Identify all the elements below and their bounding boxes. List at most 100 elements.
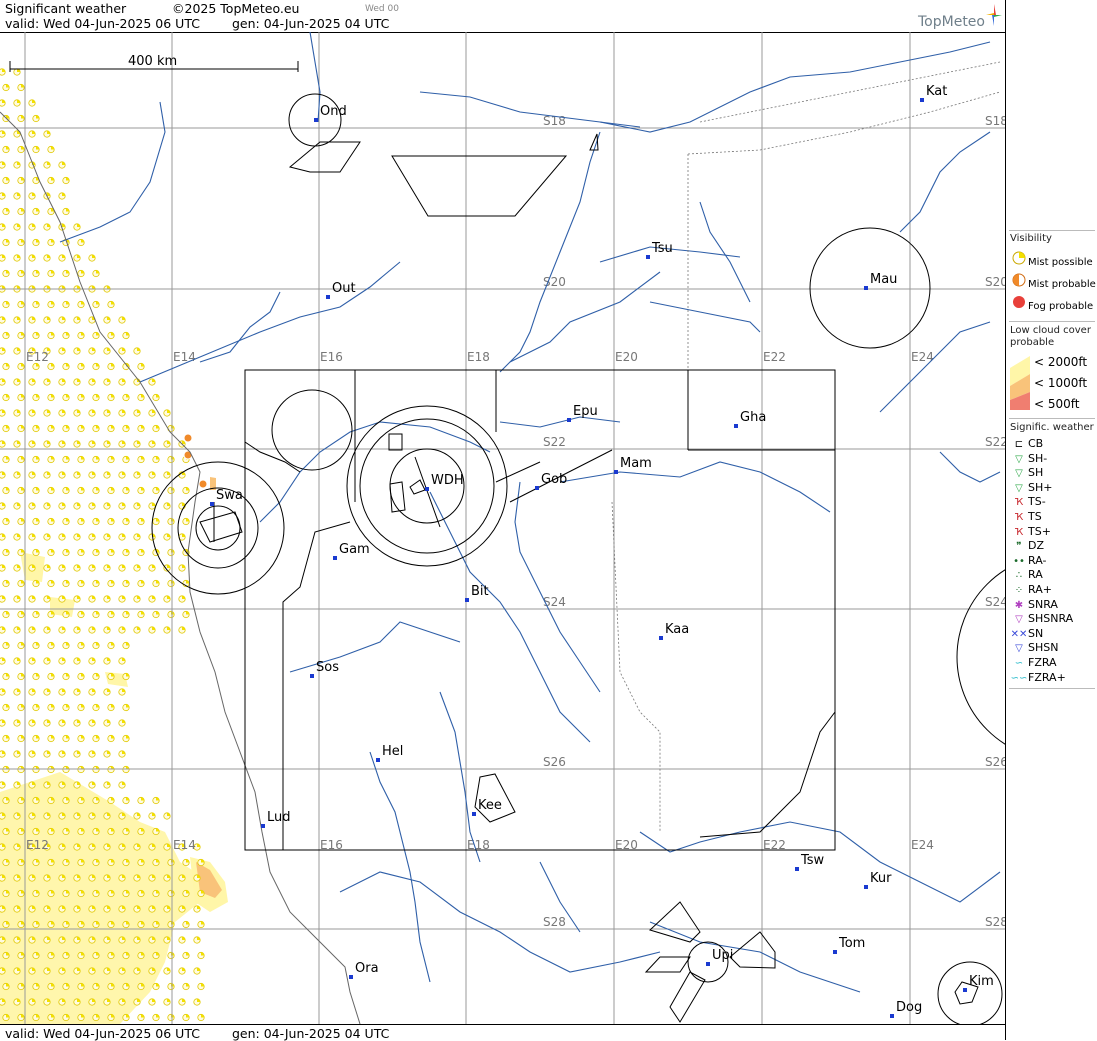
mist-dot: [43, 781, 51, 789]
mist-dot: [73, 254, 81, 262]
mist-dot: [47, 455, 55, 464]
sigwx-symbol-icon: ▽: [1015, 453, 1023, 465]
mist-dot: [58, 192, 66, 200]
footer-generated-time: gen: 04-Jun-2025 04 UTC: [232, 1026, 390, 1041]
mist-dot: [137, 362, 145, 371]
mist-dot: [62, 579, 70, 588]
mist-dot: [0, 316, 6, 324]
city-tom[interactable]: Tom: [833, 936, 865, 954]
mist-dot: [17, 300, 25, 309]
city-kat[interactable]: Kat: [920, 84, 947, 102]
city-label: Tsu: [651, 241, 673, 256]
mist-dot: [62, 734, 70, 743]
mist-dot: [133, 905, 141, 913]
mist-dot: [92, 641, 100, 650]
city-kaa[interactable]: Kaa: [659, 622, 689, 640]
city-tsu[interactable]: Tsu: [646, 241, 673, 259]
mist-dot: [152, 827, 160, 836]
mist-dot: [193, 998, 201, 1006]
legend-mist-possible: Mist possible: [1010, 251, 1093, 268]
city-label: Ond: [320, 104, 347, 119]
city-ora[interactable]: Ora: [349, 961, 379, 979]
city-dog[interactable]: Dog: [890, 1000, 922, 1018]
mist-dot: [32, 269, 40, 278]
mist-dot: [17, 982, 25, 991]
mist-dot: [62, 362, 70, 371]
mist-dot: [88, 750, 96, 758]
city-tsw[interactable]: Tsw: [795, 853, 825, 871]
mist-dot: [107, 889, 115, 898]
city-mau[interactable]: Mau: [864, 272, 897, 290]
mist-dot: [107, 610, 115, 619]
legend-sigwx-dz: ❞ DZ: [1010, 539, 1044, 553]
mist-dot: [92, 982, 100, 991]
lat-label: S20: [985, 275, 1005, 289]
legend-visibility-title: Visibility: [1010, 233, 1052, 244]
footer-valid-time: valid: Wed 04-Jun-2025 06 UTC: [5, 1026, 200, 1041]
mist-dot: [58, 812, 66, 820]
mist-dot: [58, 471, 66, 479]
mist-dot: [103, 657, 111, 665]
city-hel[interactable]: Hel: [376, 744, 403, 762]
city-sos[interactable]: Sos: [310, 660, 339, 678]
mist-dot: [62, 486, 70, 495]
mist-dot: [193, 967, 201, 975]
city-upi[interactable]: Upi: [706, 948, 733, 966]
mist-dot: [167, 982, 175, 991]
mist-dot: [152, 517, 160, 526]
lon-label: E24: [911, 838, 934, 852]
mist-dot: [103, 905, 111, 913]
mist-dot: [47, 641, 55, 650]
mist-dot: [148, 440, 156, 448]
mist-dot: [88, 719, 96, 727]
mist-dot: [17, 393, 25, 402]
city-out[interactable]: Out: [326, 281, 356, 299]
mist-dot: [92, 734, 100, 743]
mist-dot: [32, 1013, 40, 1022]
mist-dot: [88, 657, 96, 665]
mist-dot: [77, 982, 85, 991]
city-bit[interactable]: Bit: [465, 584, 489, 602]
mist-dot: [0, 564, 6, 572]
city-wdh[interactable]: WDH: [425, 473, 464, 491]
mist-dot: [17, 703, 25, 712]
mist-dot: [28, 192, 36, 200]
city-swa[interactable]: Swa: [210, 488, 243, 506]
mist-dot: [122, 920, 130, 929]
sigwx-symbol-icon: ❞: [1016, 541, 1022, 553]
mist-dot: [77, 920, 85, 929]
city-gam[interactable]: Gam: [333, 542, 370, 560]
mist-dot: [2, 269, 10, 278]
mist-dot: [58, 502, 66, 510]
header-bar: Significant weather ©2025 TopMeteo.eu We…: [0, 0, 1005, 33]
city-gha[interactable]: Gha: [734, 410, 766, 428]
mist-dot: [92, 393, 100, 402]
mist-dot: [122, 827, 130, 836]
mist-dot: [28, 471, 36, 479]
city-kim[interactable]: Kim: [963, 974, 994, 992]
mist-dot: [0, 843, 6, 851]
sigwx-symbol-icon: ∴: [1015, 570, 1023, 582]
mist-dot: [163, 533, 171, 541]
map-canvas[interactable]: S18 S18S20 S20S22 S22S24 S24S26 S26S28 S28E12 E…: [0, 32, 1005, 1024]
mist-dot: [62, 393, 70, 402]
city-lud[interactable]: Lud: [261, 810, 291, 828]
mist-dot: [73, 936, 81, 944]
mist-dot: [28, 626, 36, 634]
lat-label: S24: [543, 595, 566, 609]
mist-dot: [77, 424, 85, 433]
mist-dot: [0, 68, 6, 76]
mist-dot: [163, 936, 171, 944]
city-mam[interactable]: Mam: [614, 456, 652, 474]
mist-dot: [2, 455, 10, 464]
mist-dot: [152, 393, 160, 402]
mist-dot: [58, 936, 66, 944]
mist-dot: [77, 641, 85, 650]
mist-dot: [43, 626, 51, 634]
mist-dot: [28, 130, 36, 138]
city-markers[interactable]: Ond Kat Tsu Out Mau Epu Gha Mam Gob WDH Swa Gam Bit K…: [210, 84, 994, 1018]
mist-dot: [137, 889, 145, 898]
mist-dot: [43, 688, 51, 696]
lat-label: S26: [543, 755, 566, 769]
city-kur[interactable]: Kur: [864, 871, 892, 889]
